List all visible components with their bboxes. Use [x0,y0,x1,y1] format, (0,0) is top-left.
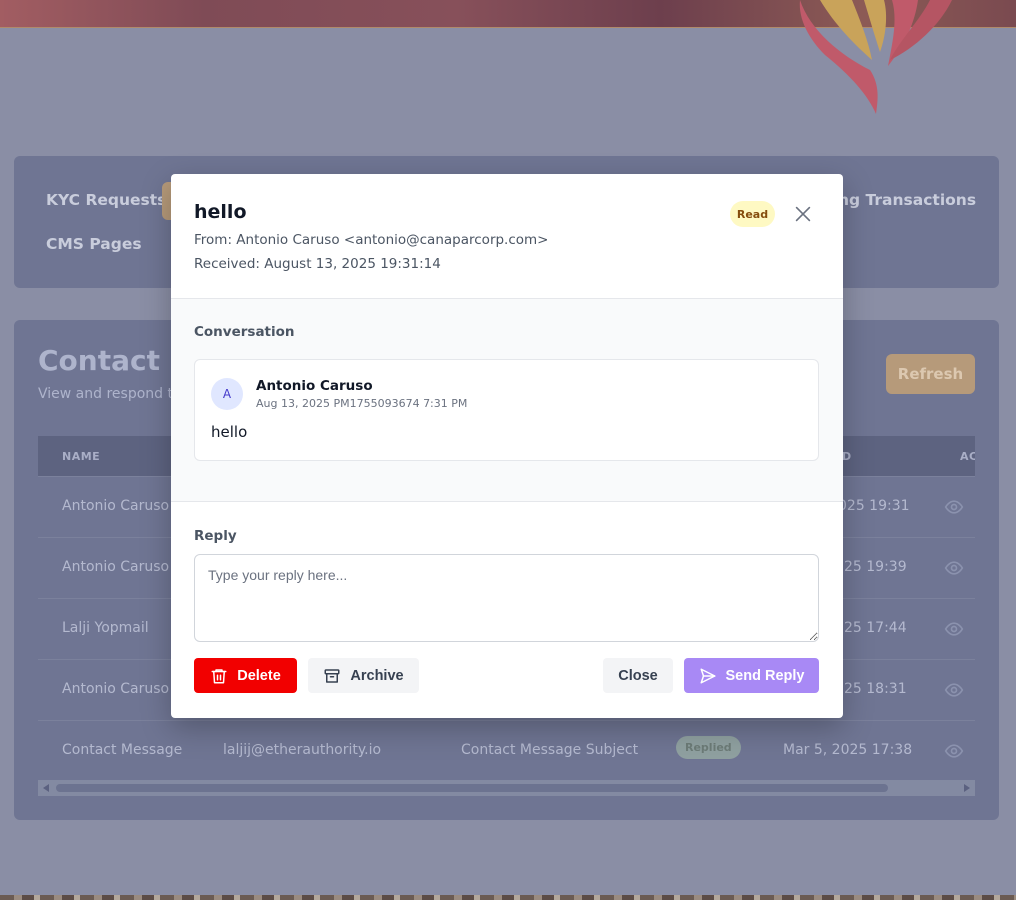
row-name: Antonio Caruso [62,559,170,575]
row-date: 25 19:39 [844,559,907,575]
row-date: 25 18:31 [844,681,907,697]
modal-header: hello From: Antonio Caruso <antonio@cana… [171,174,843,299]
conversation-label: Conversation [194,324,295,340]
row-name: Lalji Yopmail [62,620,149,636]
message-timestamp: Aug 13, 2025 PM1755093674 7:31 PM [256,397,468,410]
row-date: 25 17:44 [844,620,907,636]
close-label: Close [618,667,658,684]
close-button[interactable]: Close [603,658,673,693]
message-subject: hello [194,201,247,223]
horizontal-scrollbar[interactable] [38,780,975,796]
status-badge: Read [730,201,775,227]
message-card: A Antonio Caruso Aug 13, 2025 PM17550936… [194,359,819,461]
column-header-name: NAME [62,450,101,463]
footer-image-strip [0,895,1016,900]
close-icon[interactable] [792,203,814,225]
scroll-left-icon[interactable] [43,784,49,792]
message-sender: Antonio Caruso [256,378,373,394]
message-received: Received: August 13, 2025 19:31:14 [194,256,441,272]
message-from: From: Antonio Caruso <antonio@canaparcor… [194,232,549,248]
table-row[interactable]: Contact Message laljij@etherauthority.io… [38,720,975,781]
nav-item-transactions[interactable]: ng Transactions [838,191,976,209]
scrollbar-thumb[interactable] [56,784,888,792]
send-reply-button[interactable]: Send Reply [684,658,819,693]
eye-icon[interactable] [944,741,964,761]
status-badge: Replied [676,736,741,759]
message-detail-modal: hello From: Antonio Caruso <antonio@cana… [171,174,843,718]
row-date: Mar 5, 2025 17:38 [783,742,913,758]
eye-icon[interactable] [944,619,964,639]
nav-item-cms-pages[interactable]: CMS Pages [46,235,142,253]
reply-textarea[interactable] [194,554,819,642]
scroll-right-icon[interactable] [964,784,970,792]
message-body: hello [211,423,248,441]
column-header-date: D [842,450,852,463]
row-date: 025 19:31 [838,498,910,514]
send-icon [700,668,716,683]
archive-label: Archive [350,667,404,684]
page-subtitle: View and respond to [38,386,182,402]
archive-button[interactable]: Archive [308,658,419,693]
trash-icon [211,668,227,683]
column-header-actions: AC [960,450,975,463]
row-name: Antonio Caruso [62,498,170,514]
reply-section: Reply Delete Archive Close Send Reply [171,502,843,718]
send-reply-label: Send Reply [725,667,805,684]
eye-icon[interactable] [944,558,964,578]
conversation-section: Conversation A Antonio Caruso Aug 13, 20… [171,299,843,502]
archive-icon [324,668,340,683]
delete-button[interactable]: Delete [194,658,297,693]
row-name: Antonio Caruso [62,681,170,697]
reply-label: Reply [194,528,237,544]
row-name: Contact Message [62,742,183,758]
flame-logo [799,0,952,114]
delete-label: Delete [237,667,281,684]
nav-item-kyc-requests[interactable]: KYC Requests [46,191,166,209]
refresh-button[interactable]: Refresh [886,354,975,394]
avatar: A [211,378,243,410]
eye-icon[interactable] [944,680,964,700]
eye-icon[interactable] [944,497,964,517]
row-subject: Contact Message Subject [461,742,639,758]
row-email: laljij@etherauthority.io [223,742,382,758]
